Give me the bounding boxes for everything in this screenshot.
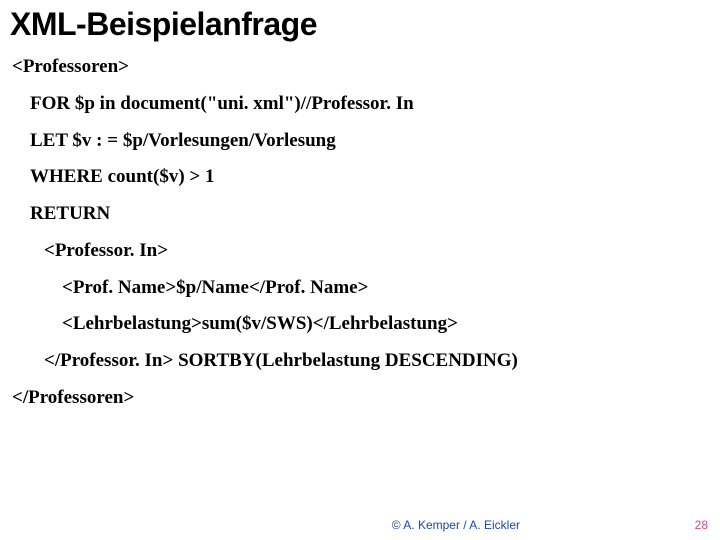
code-line: FOR $p in document("uni. xml")//Professo… [12,92,708,116]
code-line: </Professoren> [12,386,708,410]
slide-body: <Professoren> FOR $p in document("uni. x… [0,49,720,410]
slide-title: XML-Beispielanfrage [0,0,720,49]
code-line: <Professor. In> [12,239,708,263]
slide: XML-Beispielanfrage <Professoren> FOR $p… [0,0,720,540]
code-line: <Prof. Name>$p/Name</Prof. Name> [12,276,708,300]
code-line: RETURN [12,202,708,226]
code-line: WHERE count($v) > 1 [12,165,708,189]
copyright-text: © A. Kemper / A. Eickler [392,518,520,532]
code-line: LET $v : = $p/Vorlesungen/Vorlesung [12,129,708,153]
code-line: <Professoren> [12,55,708,79]
code-line: </Professor. In> SORTBY(Lehrbelastung DE… [12,349,708,373]
page-number: 28 [695,518,708,532]
code-line: <Lehrbelastung>sum($v/SWS)</Lehrbelastun… [12,312,708,336]
